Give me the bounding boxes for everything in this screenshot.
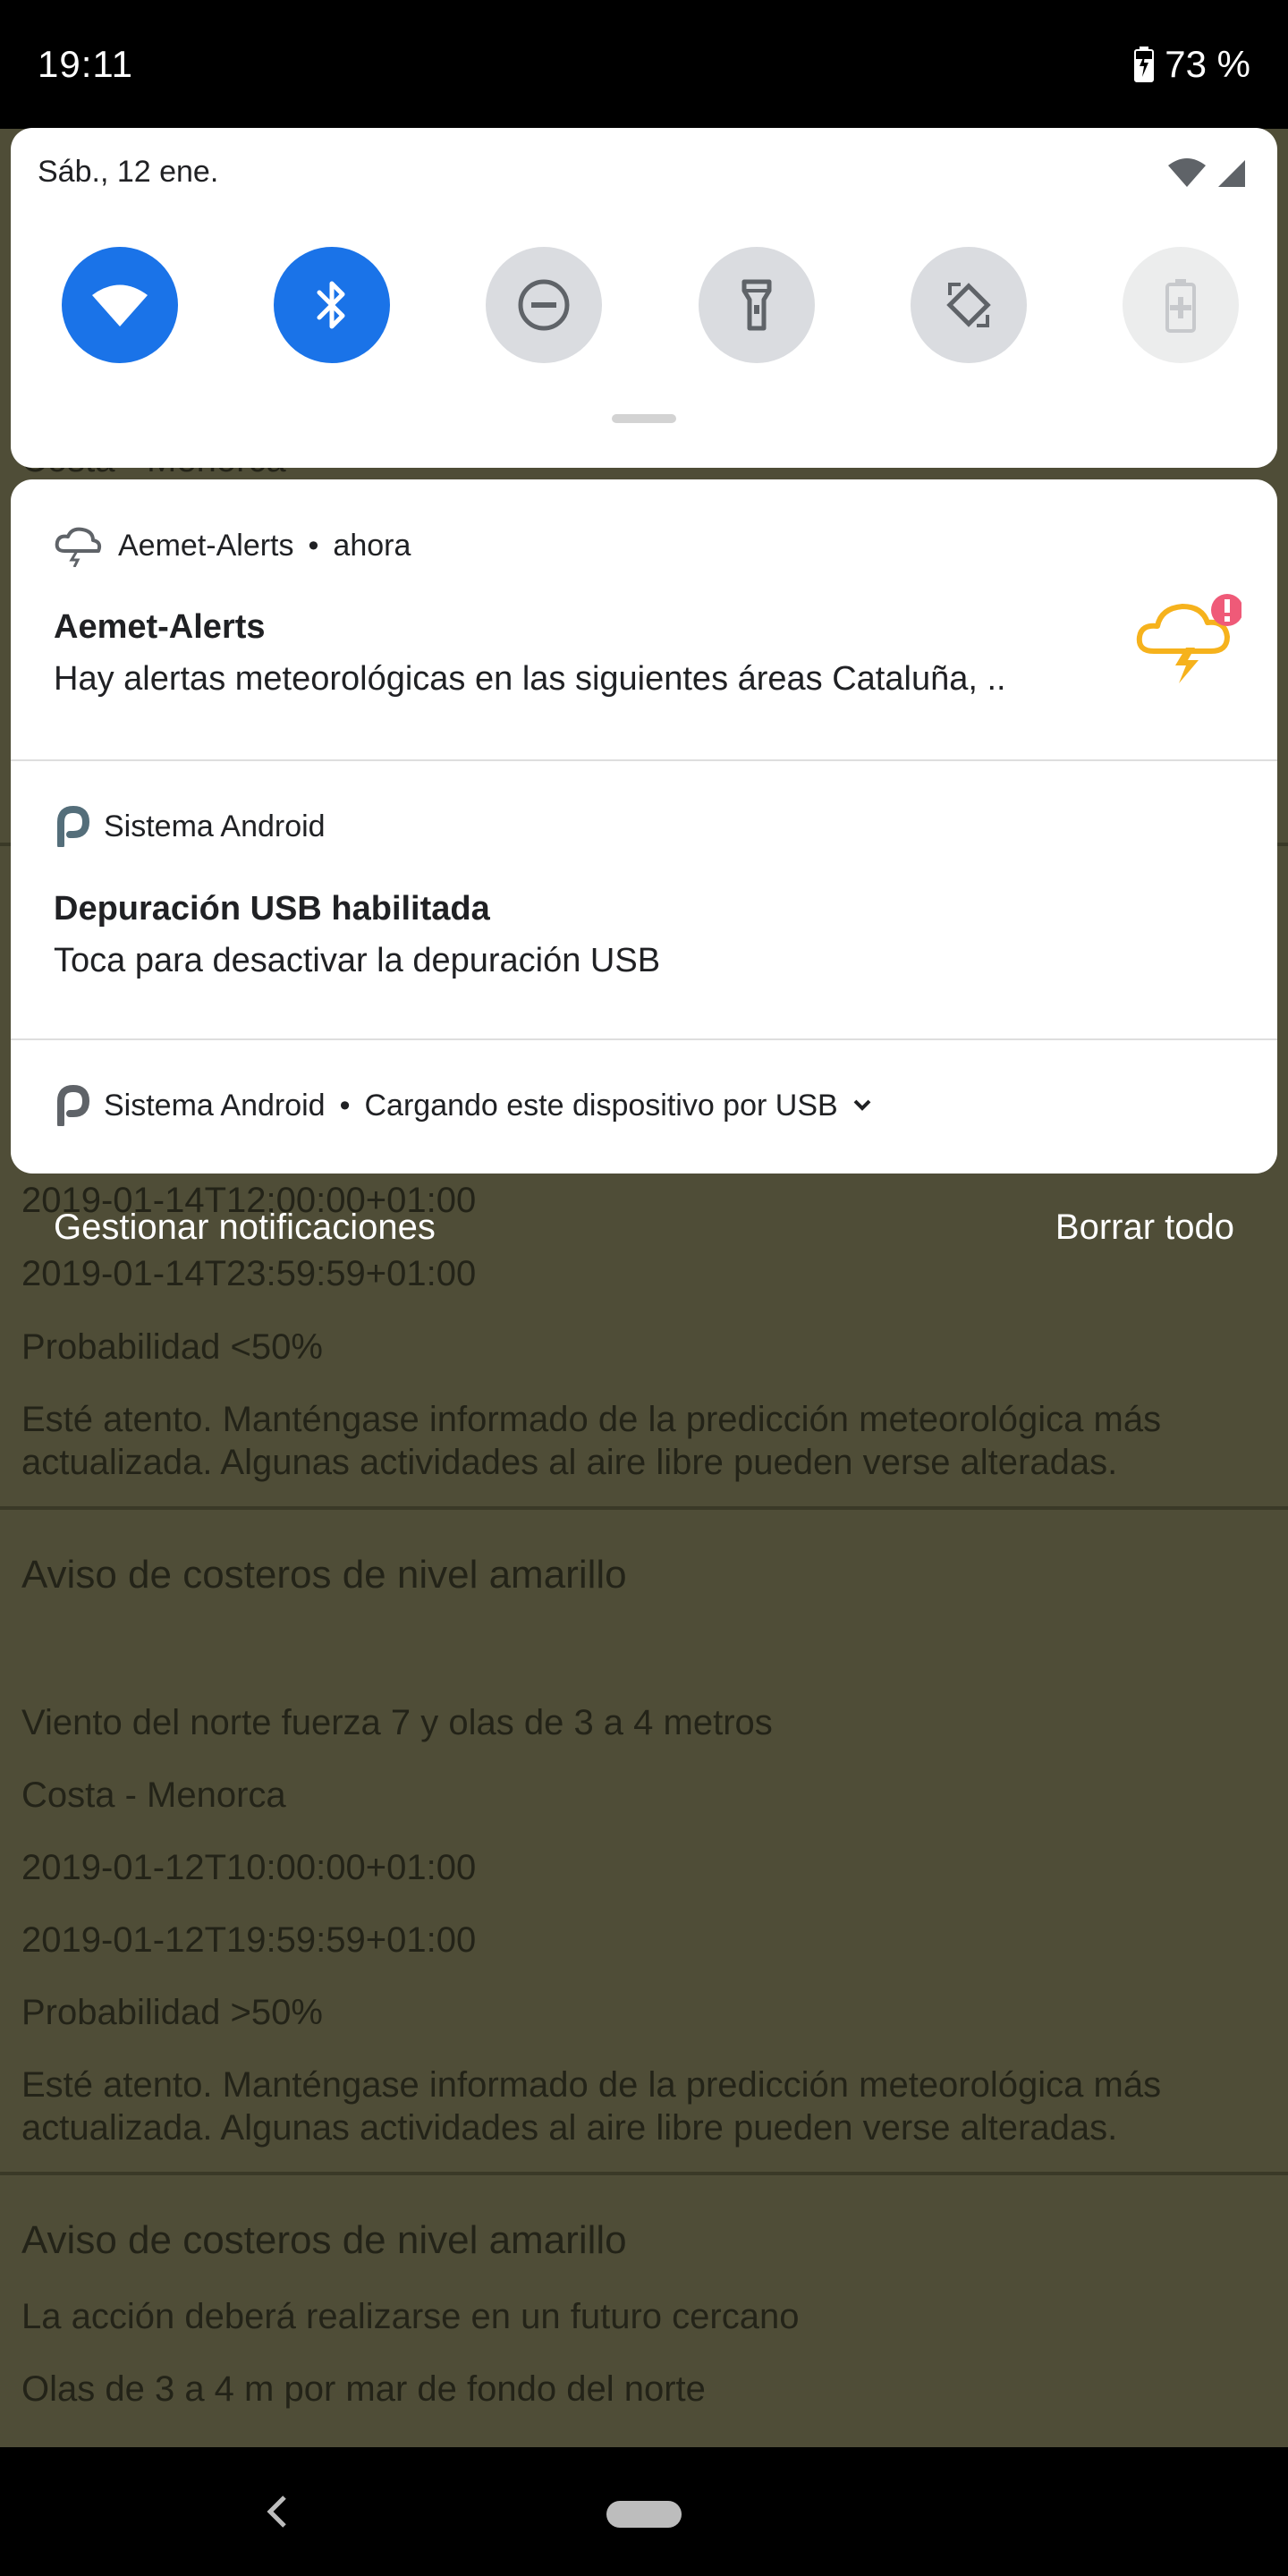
battery-percent: 73 % [1165,43,1250,85]
notification-header: Aemet-Alerts • ahora [54,524,411,567]
status-icons: 73 % [1134,43,1250,86]
flashlight-icon [741,279,772,331]
battery-saver-icon [1165,279,1196,333]
bluetooth-toggle[interactable] [274,247,391,363]
bg-start-time: 2019-01-12T10:00:00+01:00 [21,1848,477,1887]
qs-date: Sáb., 12 ene. [38,155,219,189]
status-time: 19:11 [38,43,133,85]
flashlight-toggle[interactable] [698,247,815,363]
notification-text: Hay alertas meteorológicas en las siguie… [54,660,1006,698]
auto-rotate-toggle[interactable] [910,247,1027,363]
storm-cloud-icon [1136,594,1241,683]
bg-alert-heading: Aviso de costeros de nivel amarillo [21,2218,627,2262]
notification-list: Aemet-Alerts • ahora Aemet-Alerts Hay al… [11,479,1277,1174]
bluetooth-icon [317,281,345,329]
quick-settings-panel: Sáb., 12 ene. [11,128,1277,468]
notification-usb-debugging[interactable]: Sistema Android Depuración USB habilitad… [11,761,1277,1038]
android-p-icon [57,1085,89,1126]
notification-app-name: Sistema Android [104,809,326,843]
bg-divider [0,2172,1288,2175]
bg-alert-heading: Aviso de costeros de nivel amarillo [21,1553,627,1597]
clear-all-button[interactable]: Borrar todo [1055,1208,1234,1248]
do-not-disturb-icon [518,279,570,331]
auto-rotate-icon [946,283,991,327]
bg-end-time: 2019-01-12T19:59:59+01:00 [21,1920,477,1960]
chevron-down-icon[interactable] [852,1098,872,1113]
notification-app-name: Aemet-Alerts [118,528,294,563]
wifi-icon [92,284,148,326]
notification-summary: Cargando este dispositivo por USB [364,1088,838,1123]
wifi-toggle[interactable] [62,247,178,363]
do-not-disturb-toggle[interactable] [486,247,603,363]
bg-alert-description: Viento del norte fuerza 7 y olas de 3 a … [21,1703,773,1742]
separator-dot: • [308,528,319,563]
home-pill[interactable] [606,2501,682,2528]
bg-advice: Esté atento. Manténgase informado de la … [21,1400,1162,1482]
notification-text: Toca para desactivar la depuración USB [54,942,661,979]
bg-probability: Probabilidad <50% [21,1327,323,1367]
cell-signal-icon [1218,160,1245,187]
notification-app-name: Sistema Android [104,1088,326,1123]
android-p-icon [57,806,89,847]
bg-alert-description: Olas de 3 a 4 m por mar de fondo del nor… [21,2369,706,2409]
storm-cloud-small-icon [55,527,102,567]
back-icon[interactable] [259,2490,295,2533]
notification-aemet[interactable]: Aemet-Alerts • ahora Aemet-Alerts Hay al… [11,479,1277,760]
bg-alert-instruction: La acción deberá realizarse en un futuro… [21,2297,800,2336]
manage-notifications-button[interactable]: Gestionar notificaciones [54,1208,436,1248]
qs-signal-indicators [1166,157,1247,189]
separator-dot: • [339,1088,351,1123]
battery-saver-toggle[interactable] [1122,247,1239,363]
qs-tiles [62,247,1239,363]
bg-alert-region: Costa - Menorca [21,1775,286,1815]
qs-expand-handle[interactable] [612,414,676,423]
notification-header: Sistema Android • Cargando este disposit… [54,1085,872,1126]
bg-divider [0,1506,1288,1510]
notification-title: Depuración USB habilitada [54,890,490,928]
bg-probability: Probabilidad >50% [21,1993,323,2032]
notification-time: ahora [333,528,411,563]
notification-title: Aemet-Alerts [54,608,266,646]
notification-header: Sistema Android [54,806,326,847]
status-bar: 19:11 73 % [0,0,1288,129]
notification-footer: Gestionar notificaciones Borrar todo [0,1208,1288,1270]
notification-usb-charging[interactable]: Sistema Android • Cargando este disposit… [11,1040,1277,1174]
wifi-signal-icon [1168,158,1206,187]
bg-advice: Esté atento. Manténgase informado de la … [21,2065,1162,2148]
battery-charging-icon [1134,47,1155,82]
